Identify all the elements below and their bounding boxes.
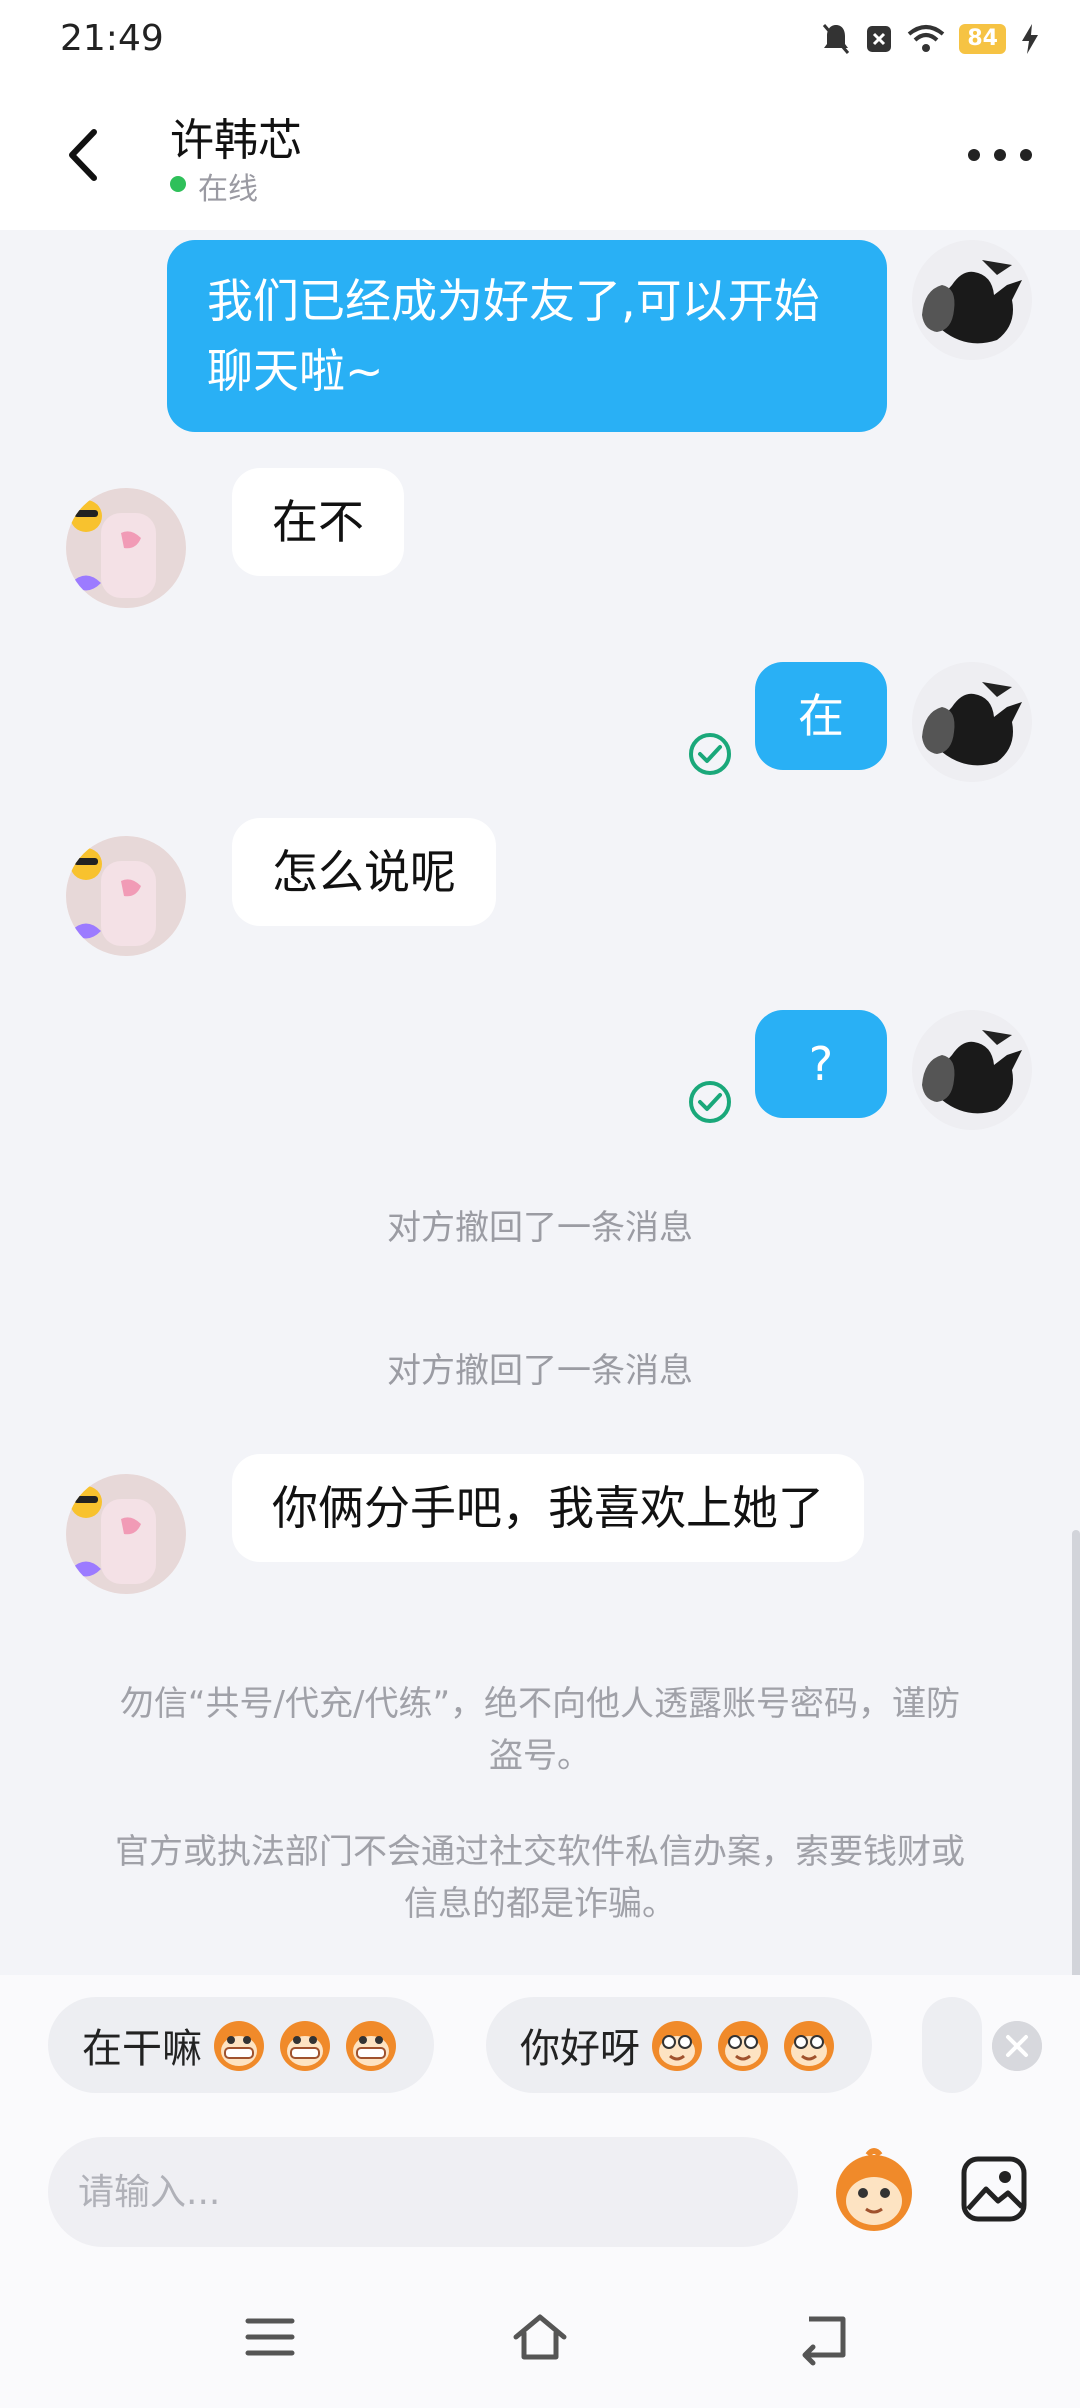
quick-reply-label: 你好呀 bbox=[520, 2026, 640, 2072]
status-icons: 84 bbox=[821, 22, 1040, 56]
girl-photo-avatar-image bbox=[66, 836, 186, 956]
battery-indicator: 84 bbox=[959, 24, 1006, 54]
status-time: 21:49 bbox=[60, 18, 164, 59]
message-text: 怎么说呢 bbox=[272, 845, 456, 899]
contact-avatar[interactable] bbox=[66, 836, 186, 956]
quick-reply-chip[interactable]: 在干嘛 bbox=[48, 1997, 434, 2093]
recall-notice: 对方撤回了一条消息 bbox=[387, 1351, 693, 1391]
quick-reply-chip-partial[interactable] bbox=[922, 1997, 982, 2093]
message-bubble-sent[interactable]: 在 bbox=[755, 662, 887, 770]
silhouette-avatar-image bbox=[912, 662, 1032, 782]
system-navigation-bar bbox=[0, 2265, 1080, 2408]
chat-message-list[interactable]: 我们已经成为好友了,可以开始 聊天啦~ 在不 在 怎么说呢 ? 对方撤回了一条消… bbox=[0, 230, 1080, 2130]
back-nav-button[interactable] bbox=[795, 2307, 855, 2367]
quick-reply-bar: 在干嘛 你好呀 bbox=[0, 1975, 1080, 2115]
message-bubble-received[interactable]: 怎么说呢 bbox=[232, 818, 496, 926]
contact-avatar[interactable] bbox=[66, 1474, 186, 1594]
notice-line: 勿信“共号/代充/代练”，绝不向他人透露账号密码，谨防 bbox=[119, 1684, 961, 1724]
silhouette-avatar-image bbox=[912, 1010, 1032, 1130]
message-text: 在 bbox=[798, 689, 844, 743]
message-text: ? bbox=[808, 1037, 834, 1091]
menu-nav-button[interactable] bbox=[240, 2307, 300, 2367]
quick-reply-label: 在干嘛 bbox=[82, 2026, 202, 2072]
message-bubble-sent[interactable]: 我们已经成为好友了,可以开始 聊天啦~ bbox=[167, 240, 887, 432]
notice-line: 盗号。 bbox=[489, 1736, 591, 1776]
message-text: 在不 bbox=[272, 495, 364, 549]
message-text-line: 我们已经成为好友了,可以开始 bbox=[207, 274, 820, 328]
message-bubble-received[interactable]: 在不 bbox=[232, 468, 404, 576]
home-nav-button[interactable] bbox=[510, 2307, 570, 2367]
mute-icon bbox=[823, 24, 850, 54]
message-text-line: 聊天啦~ bbox=[207, 344, 384, 398]
recall-notice: 对方撤回了一条消息 bbox=[387, 1208, 693, 1248]
girl-photo-avatar-image bbox=[66, 488, 186, 608]
online-status-dot bbox=[170, 176, 186, 192]
notice-line: 官方或执法部门不会通过社交软件私信办案，索要钱财或 bbox=[115, 1832, 965, 1872]
message-text: 你俩分手吧，我喜欢上她了 bbox=[272, 1481, 824, 1535]
monkey-emoji-icon bbox=[346, 2021, 396, 2071]
close-box-icon bbox=[867, 26, 892, 52]
online-status-text: 在线 bbox=[198, 172, 258, 207]
monkey-emoji-icon bbox=[784, 2021, 834, 2071]
my-avatar[interactable] bbox=[912, 662, 1032, 782]
fraud-warning-notice: 官方或执法部门不会通过社交软件私信办案，索要钱财或 信息的都是诈骗。 bbox=[80, 1826, 1000, 1930]
sticker-button[interactable] bbox=[828, 2145, 920, 2237]
girl-photo-avatar-image bbox=[66, 1474, 186, 1594]
message-input-bar bbox=[0, 2115, 1080, 2265]
my-avatar[interactable] bbox=[912, 1010, 1032, 1130]
wifi-icon bbox=[908, 25, 945, 52]
message-bubble-sent[interactable]: ? bbox=[755, 1010, 887, 1118]
quick-reply-chip[interactable]: 你好呀 bbox=[486, 1997, 872, 2093]
read-receipt-icon bbox=[689, 1081, 731, 1123]
silhouette-avatar-image bbox=[912, 240, 1032, 360]
monkey-emoji-icon bbox=[214, 2021, 264, 2071]
my-avatar[interactable] bbox=[912, 240, 1032, 360]
read-receipt-icon bbox=[689, 733, 731, 775]
contact-avatar[interactable] bbox=[66, 488, 186, 608]
back-button[interactable] bbox=[50, 120, 120, 190]
monkey-emoji-icon bbox=[718, 2021, 768, 2071]
monkey-emoji-icon bbox=[652, 2021, 702, 2071]
image-picker-button[interactable] bbox=[958, 2153, 1030, 2225]
charging-icon bbox=[1022, 24, 1038, 54]
status-bar: 21:49 84 bbox=[0, 0, 1080, 80]
notice-line: 信息的都是诈骗。 bbox=[404, 1884, 676, 1924]
chat-header: 许韩芯 在线 bbox=[0, 80, 1080, 230]
more-options-button[interactable] bbox=[960, 130, 1040, 180]
monkey-emoji-icon bbox=[280, 2021, 330, 2071]
safety-notice: 勿信“共号/代充/代练”，绝不向他人透露账号密码，谨防 盗号。 bbox=[80, 1678, 1000, 1782]
message-input[interactable] bbox=[48, 2137, 798, 2247]
close-quick-replies-button[interactable] bbox=[992, 2021, 1042, 2071]
contact-name: 许韩芯 bbox=[170, 115, 302, 166]
message-bubble-received[interactable]: 你俩分手吧，我喜欢上她了 bbox=[232, 1454, 864, 1562]
